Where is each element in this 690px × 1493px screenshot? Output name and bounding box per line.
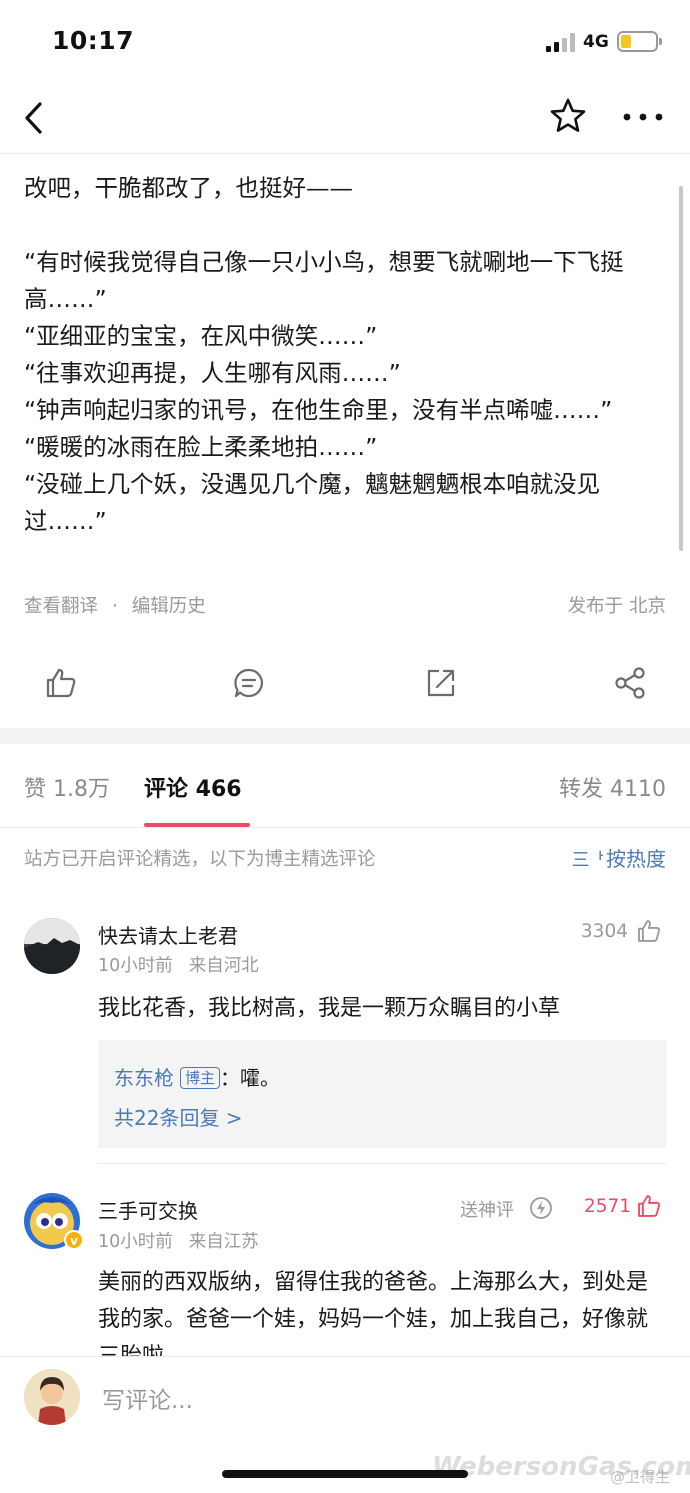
avatar[interactable]: v (24, 1193, 84, 1250)
avatar-image (24, 1369, 80, 1425)
repost-button[interactable] (424, 666, 458, 700)
comment-time: 10小时前 (98, 956, 173, 976)
chevron-left-icon (25, 102, 42, 134)
comment-divider (98, 1163, 666, 1164)
reply-line: 东东枪 博主 ：嚯。 (114, 1062, 280, 1091)
my-avatar[interactable] (24, 1369, 80, 1425)
comment-text: 我比花香，我比树高，我是一颗万众瞩目的小草 (98, 996, 561, 1021)
comment-location: 来自河北 (188, 956, 259, 976)
signal-icon (546, 32, 576, 52)
star-icon (550, 98, 586, 132)
sort-by-hot-button[interactable]: 三ᅡ 按热度 (571, 843, 666, 872)
comment-button[interactable] (232, 666, 266, 700)
thumbs-up-icon (638, 920, 661, 942)
like-button[interactable] (44, 666, 78, 700)
share-icon (615, 667, 645, 699)
god-comment-label[interactable]: 送神评 (460, 1196, 514, 1222)
share-button[interactable] (613, 666, 647, 700)
network-label: 4G (583, 32, 609, 52)
curated-notice: 站方已开启评论精选，以下为博主精选评论 (24, 849, 376, 870)
back-button[interactable] (18, 98, 54, 138)
comment-text: 美丽的西双版纳，留得住我的爸爸。上海那么大，到处是我的家。爸爸一个娃，妈妈一个娃… (98, 1270, 649, 1356)
comment-author[interactable]: 快去请太上老君 (98, 920, 238, 949)
watermark-handle: @卫得生 (610, 1468, 671, 1486)
avatar-image (24, 918, 80, 974)
active-tab-indicator (144, 823, 250, 827)
reply-text: ：嚯。 (220, 1066, 281, 1090)
battery-icon (617, 31, 662, 52)
lightning-circle-icon (530, 1197, 552, 1219)
more-dots-icon (623, 113, 663, 121)
comment-time: 10小时前 (98, 1232, 173, 1252)
comment-like-button[interactable] (636, 918, 662, 944)
comment-meta: 10小时前 来自江苏 (98, 1228, 259, 1253)
thumbs-up-icon (46, 668, 76, 698)
section-divider (0, 728, 690, 744)
comment-author[interactable]: 三手可交换 (98, 1195, 198, 1224)
god-comment-button[interactable] (529, 1196, 553, 1220)
action-bar (0, 650, 690, 720)
nav-bar (0, 80, 690, 154)
comment-like-count: 3304 (580, 921, 628, 942)
reply-preview[interactable]: 东东枪 博主 ：嚯。 共22条回复 > (98, 1040, 666, 1148)
tab-reposts[interactable]: 转发 4110 (559, 771, 666, 803)
status-bar: 10:17 4G (0, 0, 690, 80)
sort-label: 按热度 (606, 847, 666, 871)
post-meta: 查看翻译 · 编辑历史 发布于 北京 (24, 592, 666, 622)
interaction-tabs: 赞 1.8万 评论 466 转发 4110 (0, 745, 690, 828)
comment-like-count: 2571 (584, 1196, 632, 1217)
post-location: 发布于 北京 (567, 596, 666, 617)
reply-author[interactable]: 东东枪 (114, 1066, 174, 1090)
comment-location: 来自江苏 (188, 1232, 259, 1252)
tab-likes[interactable]: 赞 1.8万 (24, 771, 110, 803)
sort-icon: 三ᅡ (571, 850, 604, 871)
repost-icon (427, 669, 455, 697)
scrollbar[interactable] (679, 186, 683, 551)
more-button[interactable] (620, 100, 666, 134)
comment-input[interactable]: 写评论... (102, 1381, 193, 1415)
home-indicator[interactable] (222, 1470, 468, 1478)
meta-separator: · (111, 596, 118, 617)
comment-meta: 10小时前 来自河北 (98, 952, 259, 977)
comment-like-button[interactable] (636, 1193, 662, 1219)
view-replies-link[interactable]: 共22条回复 > (114, 1102, 243, 1131)
avatar-image: v (24, 1193, 84, 1250)
avatar[interactable] (24, 918, 80, 974)
post-body: 改吧，干脆都改了，也挺好—— “有时候我觉得自己像一只小小鸟，想要飞就唰地一下飞… (24, 174, 624, 535)
edit-history-link[interactable]: 编辑历史 (132, 592, 206, 618)
thumbs-up-icon (638, 1195, 661, 1217)
status-time: 10:17 (52, 26, 135, 55)
svg-text:v: v (70, 1234, 78, 1248)
translate-link[interactable]: 查看翻译 (24, 592, 98, 618)
tab-comments[interactable]: 评论 466 (144, 771, 242, 803)
favorite-button[interactable] (548, 96, 588, 136)
host-badge: 博主 (180, 1067, 221, 1089)
comment-bubble-icon (234, 668, 263, 698)
